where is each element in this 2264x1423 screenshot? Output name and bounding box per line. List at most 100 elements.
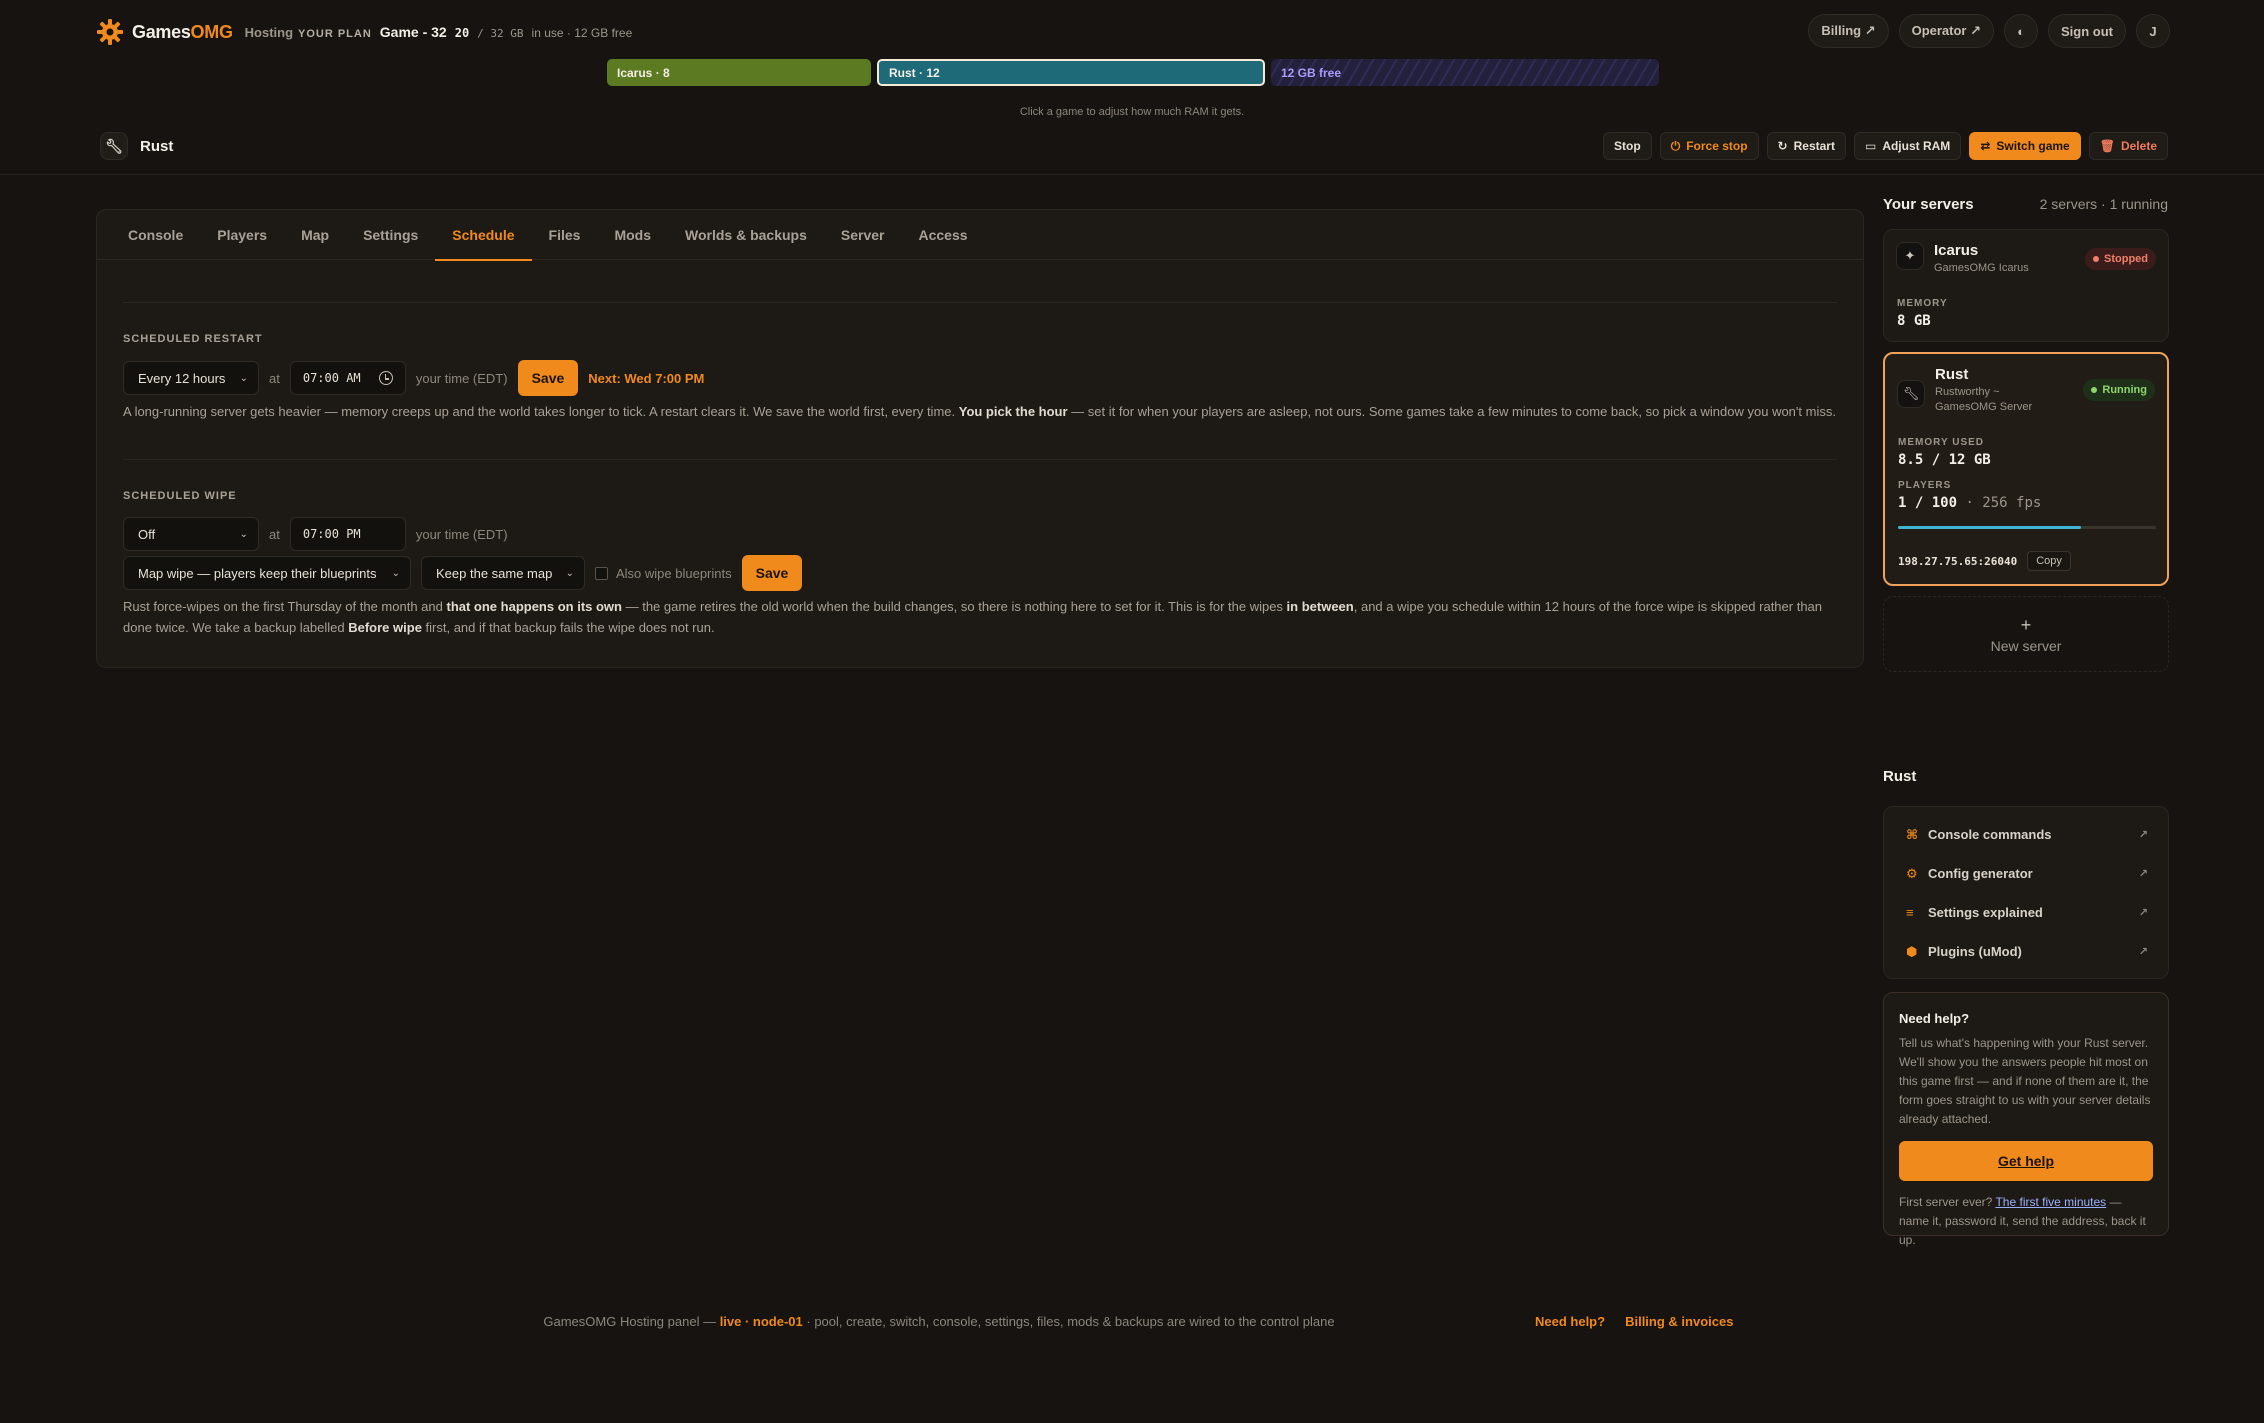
content-divider (123, 302, 1837, 303)
server-card-rust[interactable]: 🔧︎ Rust Rustworthy ~ GamesOMG Server Runn… (1883, 352, 2169, 586)
servers-summary: 2 servers · 1 running (2039, 196, 2168, 212)
tab-worlds-backups[interactable]: Worlds & backups (668, 210, 824, 260)
wipe-type-select[interactable]: Map wipe — players keep their blueprints… (123, 556, 411, 590)
tab-settings[interactable]: Settings (346, 210, 435, 260)
wipe-save-button[interactable]: Save (741, 555, 803, 591)
gear-icon: ⚙ (1906, 865, 1918, 881)
ip-row: 198.27.75.65:26040 Copy (1898, 551, 2071, 571)
game-resources: ⌘ Console commands ↗ ⚙ Config generator ↗ ≡ S… (1883, 806, 2169, 979)
ram-allocation-bar: Icarus · 8 Rust · 12 12 GB free (607, 59, 1659, 86)
tab-mods[interactable]: Mods (597, 210, 668, 260)
chevron-down-icon: ⌄ (565, 567, 574, 579)
billing-link[interactable]: Billing ↗ (1808, 14, 1889, 48)
restart-save-button[interactable]: Save (517, 360, 579, 396)
checkbox[interactable] (595, 566, 608, 580)
force-stop-button[interactable]: ⏻ Force stop (1659, 132, 1759, 160)
help-footnote: First server ever? The first five minute… (1899, 1195, 2146, 1247)
external-link-icon: ↗ (2138, 829, 2148, 841)
wrench-icon: 🔧︎ (1897, 380, 1925, 408)
memory-used-value: 8.5 / 12 GB (1898, 452, 1991, 468)
server-card-name: Rust (1935, 366, 1969, 383)
tab-schedule[interactable]: Schedule (435, 210, 532, 261)
ram-segment-free: 12 GB free (1271, 59, 1659, 86)
memory-value: 8 GB (1897, 313, 1931, 329)
memory-used-label: MEMORY USED (1898, 437, 1985, 448)
external-link-icon: ↗ (2138, 907, 2148, 919)
operator-link[interactable]: Operator ↗ (1898, 14, 1994, 48)
memory-icon: ▭ (1864, 139, 1877, 153)
restart-button[interactable]: ↻ Restart (1766, 132, 1846, 160)
servers-header: Your servers 2 servers · 1 running (1883, 196, 2168, 213)
map-choice-select[interactable]: Keep the same map ⌄ (421, 556, 585, 590)
gear-logo-icon (97, 19, 123, 45)
adjust-ram-button[interactable]: ▭ Adjust RAM (1853, 132, 1962, 160)
ram-segment-icarus[interactable]: Icarus · 8 (607, 59, 871, 86)
restart-time-input[interactable]: 07:00 AM (289, 361, 406, 395)
server-card-host: GamesOMG Icarus (1934, 262, 2029, 274)
logo[interactable]: GamesOMG Hosting (96, 18, 293, 46)
wipe-section-title: SCHEDULED WIPE (123, 490, 237, 502)
section-divider (123, 459, 1837, 460)
stop-button[interactable]: Stop (1603, 132, 1652, 160)
footer-links: Need help? Billing & invoices (1535, 1314, 1733, 1329)
restart-description: A long-running server gets heavier — mem… (123, 404, 1836, 419)
restart-row: Every 12 hours ⌄ at 07:00 AM your time (E… (123, 360, 704, 396)
plus-icon: + (2020, 615, 2032, 635)
icarus-icon: ✦ (1896, 242, 1924, 270)
plan-summary: YOUR PLAN Game - 32 20 / 32 GB in use · … (298, 24, 632, 40)
memory-label: MEMORY (1897, 298, 1948, 309)
new-server-label: New server (1990, 638, 2062, 654)
main-panel: Console Players Map Settings Schedule Fi… (96, 209, 1864, 668)
wipe-interval-select[interactable]: Off ⌄ (123, 517, 259, 551)
link-config-generator[interactable]: ⚙ Config generator ↗ (1884, 854, 2168, 893)
ram-segment-rust[interactable]: Rust · 12 (877, 59, 1265, 86)
wipe-row: Off ⌄ at 07:00 PM your time (EDT) (123, 517, 508, 551)
brand-name: GamesOMG (132, 21, 233, 42)
first-five-minutes-link[interactable]: The first five minutes (1995, 1195, 2106, 1209)
restart-icon: ↻ (1777, 139, 1788, 153)
top-header: GamesOMG Hosting YOUR PLAN Game - 32 20 … (0, 0, 2264, 64)
tab-files[interactable]: Files (532, 210, 598, 260)
avatar[interactable]: J (2136, 14, 2170, 48)
live-node: live · node-01 (719, 1314, 803, 1329)
game-resources-title: Rust (1883, 768, 1917, 785)
ram-hint: Click a game to adjust how much RAM it g… (1019, 106, 1245, 118)
clock-icon (378, 371, 393, 385)
link-plugins[interactable]: ⬢ Plugins (uMod) ↗ (1884, 932, 2168, 971)
tab-players[interactable]: Players (200, 210, 284, 260)
server-card-icarus[interactable]: ✦ Icarus GamesOMG Icarus Stopped MEMORY … (1883, 229, 2169, 342)
plan-total: / 32 GB (477, 27, 524, 40)
server-name: Rust (140, 137, 174, 155)
plan-used: 20 (454, 26, 470, 40)
wipe-blueprints-checkbox[interactable]: Also wipe blueprints (595, 566, 732, 581)
link-settings-explained[interactable]: ≡ Settings explained ↗ (1884, 893, 2168, 932)
switch-game-button[interactable]: ⇄ Switch game (1969, 132, 2081, 160)
tab-console[interactable]: Console (111, 210, 200, 260)
restart-interval-select[interactable]: Every 12 hours ⌄ (123, 361, 259, 395)
wipe-description: Rust force-wipes on the first Thursday o… (123, 599, 1823, 635)
tab-access[interactable]: Access (902, 210, 985, 260)
players-label: PLAYERS (1898, 480, 1952, 491)
footer-status: GamesOMG Hosting panel — live · node-01 … (543, 1314, 1335, 1329)
wrench-icon: 🔧︎ (100, 132, 128, 160)
footer-need-help-link[interactable]: Need help? (1535, 1314, 1605, 1329)
plugin-icon: ⬢ (1906, 943, 1918, 959)
theme-toggle-icon[interactable]: ◐ (2004, 14, 2038, 48)
tab-server[interactable]: Server (824, 210, 902, 260)
footer-billing-link[interactable]: Billing & invoices (1625, 1314, 1733, 1329)
tab-map[interactable]: Map (284, 210, 346, 260)
wipe-time-input[interactable]: 07:00 PM (289, 517, 406, 551)
delete-button[interactable]: 🗑︎ Delete (2088, 132, 2168, 160)
players-bar (1898, 526, 2156, 529)
link-console-commands[interactable]: ⌘ Console commands ↗ (1884, 815, 2168, 854)
servers-title: Your servers (1883, 196, 1974, 213)
sign-out-button[interactable]: Sign out (2048, 14, 2126, 48)
restart-section-title: SCHEDULED RESTART (123, 333, 263, 345)
copy-address-button[interactable]: Copy (2027, 551, 2071, 571)
get-help-button[interactable]: Get help (1899, 1141, 2153, 1181)
new-server-button[interactable]: + New server (1883, 596, 2169, 672)
server-card-header: ✦ Icarus GamesOMG Icarus (1896, 242, 2029, 276)
server-title: 🔧︎ Rust (100, 132, 173, 160)
header-divider (0, 174, 2264, 175)
plan-name: Game - 32 (379, 24, 447, 40)
